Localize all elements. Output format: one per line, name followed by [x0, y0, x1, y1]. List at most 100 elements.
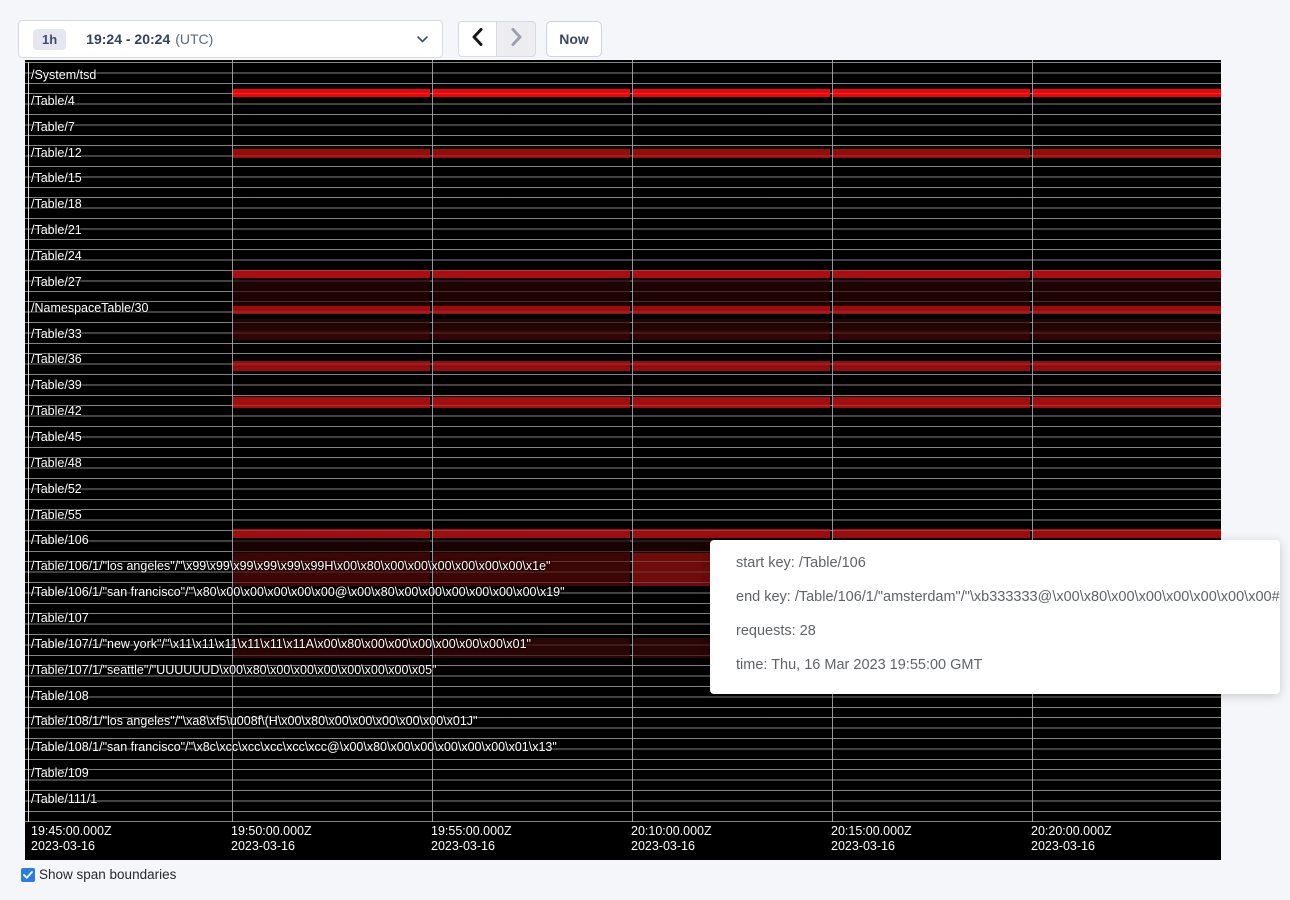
key-visualizer-heatmap[interactable]: /System/tsd/Table/4/Table/7/Table/12/Tab…: [25, 60, 1221, 860]
heat-band-segment[interactable]: [833, 529, 1030, 539]
row-label: /NamespaceTable/30: [31, 300, 148, 316]
row-label: /Table/18: [31, 196, 82, 212]
heat-band-segment[interactable]: [633, 149, 830, 158]
heat-band-segment[interactable]: [1033, 270, 1222, 278]
heat-band-segment[interactable]: [233, 89, 430, 97]
row-label: /Table/27: [31, 274, 82, 290]
heat-band-segment[interactable]: [433, 330, 630, 340]
chevron-down-icon: [417, 36, 428, 43]
heat-band-segment[interactable]: [433, 270, 630, 278]
row-label: /Table/108/1/"los angeles"/"\xa8\xf5\u00…: [31, 713, 478, 729]
checkmark-icon: [23, 866, 33, 884]
heat-band-segment[interactable]: [633, 529, 830, 539]
chevron-left-icon: [472, 28, 483, 51]
column-gridline: [232, 60, 233, 822]
row-label: /Table/106: [31, 532, 89, 548]
span-boundary-lines: [25, 62, 1221, 822]
heat-band-segment[interactable]: [233, 306, 430, 314]
left-boundary-line: [28, 62, 29, 822]
heat-band-segment[interactable]: [433, 397, 630, 408]
heat-band-segment[interactable]: [833, 330, 1030, 340]
x-axis-tick: 19:45:00.000Z2023-03-16: [31, 824, 112, 854]
heat-band-segment[interactable]: [1033, 306, 1222, 314]
heat-band-segment[interactable]: [633, 306, 830, 314]
tooltip-time: time: Thu, 16 Mar 2023 19:55:00 GMT: [736, 648, 1280, 682]
now-button[interactable]: Now: [546, 21, 602, 57]
heat-band-segment[interactable]: [233, 319, 430, 331]
heat-band-segment[interactable]: [433, 306, 630, 314]
row-label: /Table/42: [31, 403, 82, 419]
heat-band-segment[interactable]: [633, 397, 830, 408]
row-label: /Table/15: [31, 170, 82, 186]
heat-band-segment[interactable]: [233, 270, 430, 278]
heat-band-segment[interactable]: [233, 529, 430, 539]
heat-band-segment[interactable]: [633, 319, 830, 331]
heat-band-segment[interactable]: [633, 361, 830, 371]
span-boundary-lines-overlay: [25, 62, 1221, 822]
heat-band-segment[interactable]: [433, 279, 630, 306]
heat-band-segment[interactable]: [633, 89, 830, 97]
row-label: /Table/24: [31, 248, 82, 264]
heat-band-segment[interactable]: [433, 89, 630, 97]
x-axis-tick: 19:55:00.000Z2023-03-16: [431, 824, 512, 854]
x-axis-tick: 20:20:00.000Z2023-03-16: [1031, 824, 1112, 854]
heat-band-segment[interactable]: [1033, 397, 1222, 408]
heat-band-segment[interactable]: [833, 319, 1030, 331]
heat-band-segment[interactable]: [1033, 149, 1222, 158]
heat-band-segment[interactable]: [233, 361, 430, 371]
row-label: /Table/33: [31, 326, 82, 342]
heat-band-segment[interactable]: [233, 330, 430, 340]
heat-band-segment[interactable]: [833, 397, 1030, 408]
row-label: /Table/111/1: [31, 791, 97, 807]
show-span-boundaries-label[interactable]: Show span boundaries: [39, 867, 176, 882]
heat-band-segment[interactable]: [833, 279, 1030, 306]
column-gridline: [432, 60, 433, 822]
range-duration-badge: 1h: [33, 29, 66, 50]
heat-band-segment[interactable]: [233, 279, 430, 306]
time-range-selector[interactable]: 1h 19:24 - 20:24 (UTC): [18, 20, 443, 58]
heat-band-segment[interactable]: [1033, 319, 1222, 331]
heat-band-segment[interactable]: [833, 306, 1030, 314]
heat-band-segment[interactable]: [433, 540, 630, 553]
time-nav-group: [458, 21, 536, 57]
row-label: /Table/107/1/"seattle"/"UUUUUUD\x00\x80\…: [31, 662, 436, 678]
heat-band-segment[interactable]: [233, 397, 430, 408]
heat-band-segment[interactable]: [1033, 89, 1222, 97]
heat-band-segment[interactable]: [633, 270, 830, 278]
heat-band-segment[interactable]: [433, 361, 630, 371]
heat-band-segment[interactable]: [233, 149, 430, 158]
heat-band-segment[interactable]: [633, 279, 830, 306]
row-label: /Table/106/1/"san francisco"/"\x80\x00\x…: [31, 584, 565, 600]
heat-band-segment[interactable]: [433, 319, 630, 331]
heat-band-segment[interactable]: [433, 529, 630, 539]
previous-range-button[interactable]: [458, 21, 497, 57]
heat-band-segment[interactable]: [633, 330, 830, 340]
heat-band-segment[interactable]: [1033, 279, 1222, 306]
row-label: /Table/109: [31, 765, 89, 781]
heat-band-segment[interactable]: [833, 149, 1030, 158]
heat-band-segment[interactable]: [433, 149, 630, 158]
show-span-boundaries-checkbox[interactable]: [21, 868, 35, 882]
x-axis-tick: 20:10:00.000Z2023-03-16: [631, 824, 712, 854]
row-label: /Table/108/1/"san francisco"/"\x8c\xcc\x…: [31, 739, 557, 755]
x-axis-tick: 19:50:00.000Z2023-03-16: [231, 824, 312, 854]
heat-band-segment[interactable]: [833, 89, 1030, 97]
heat-band-segment[interactable]: [1033, 330, 1222, 340]
row-label: /Table/55: [31, 507, 82, 523]
row-label: /Table/48: [31, 455, 82, 471]
key-visualizer-page: { "toolbar": { "range_badge": "1h", "ran…: [0, 0, 1290, 900]
column-gridline: [1032, 60, 1033, 822]
next-range-button-disabled[interactable]: [497, 21, 536, 57]
heat-band-segment[interactable]: [1033, 529, 1222, 539]
heat-band-segment[interactable]: [1033, 361, 1222, 371]
row-label: /Table/4: [31, 93, 75, 109]
heat-band-segment[interactable]: [833, 270, 1030, 278]
x-axis-tick: 20:15:00.000Z2023-03-16: [831, 824, 912, 854]
heat-band-segment[interactable]: [833, 361, 1030, 371]
heat-band-segment[interactable]: [233, 540, 430, 553]
row-label: /Table/39: [31, 377, 82, 393]
row-label: /System/tsd: [31, 67, 96, 83]
tooltip-end-key: end key: /Table/106/1/"amsterdam"/"\xb33…: [736, 580, 1280, 614]
bucket-tooltip: start key: /Table/106 end key: /Table/10…: [710, 540, 1280, 694]
row-label: /Table/45: [31, 429, 82, 445]
